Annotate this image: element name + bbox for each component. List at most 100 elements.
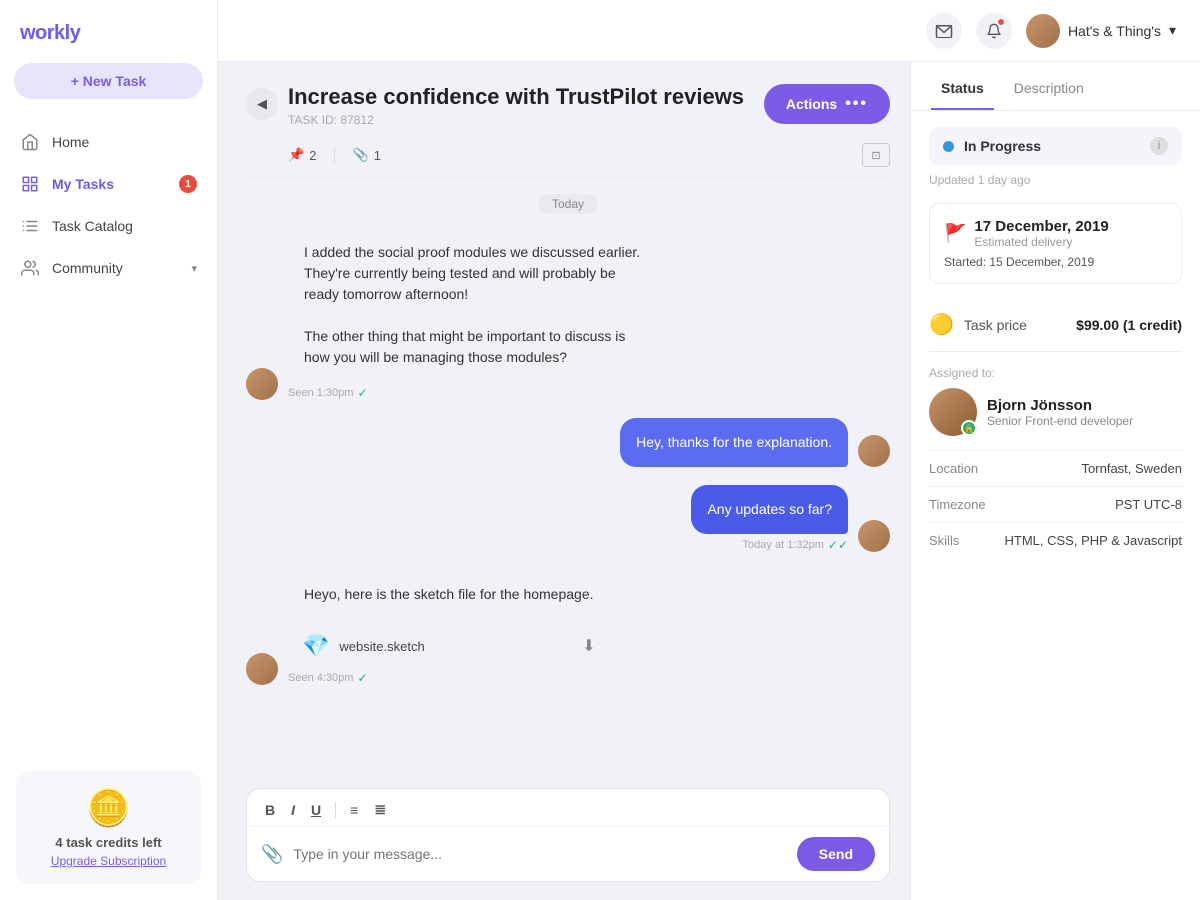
download-icon[interactable]: ⬇ [582, 636, 595, 656]
person-info: Bjorn Jönsson Senior Front-end developer [987, 397, 1133, 428]
status-dot [943, 141, 954, 152]
task-title-group: ◀ Increase confidence with TrustPilot re… [246, 84, 744, 127]
status-label: In Progress [964, 138, 1140, 154]
community-icon [20, 258, 40, 278]
tab-status[interactable]: Status [931, 62, 994, 110]
message-bubble-wrap: Heyo, here is the sketch file for the ho… [288, 570, 610, 685]
sidebar: workly + New Task Home My Tasks 1 Task C… [0, 0, 218, 900]
message-status: Today at 1:32pm ✓✓ [691, 538, 848, 552]
delivery-label: Estimated delivery [974, 235, 1108, 249]
timezone-row: Timezone PST UTC-8 [929, 486, 1182, 522]
user-menu-chevron: ▾ [1169, 22, 1176, 39]
assigned-person: 🔒 Bjorn Jönsson Senior Front-end develop… [929, 388, 1182, 436]
assigned-section: Assigned to: 🔒 Bjorn Jönsson Senior Fron… [929, 366, 1182, 436]
started-row: Started: 15 December, 2019 [944, 255, 1167, 269]
time-status: Today at 1:32pm [743, 539, 824, 551]
message-1: I added the social proof modules we disc… [246, 228, 890, 400]
person-role: Senior Front-end developer [987, 414, 1133, 428]
pins-meta[interactable]: 📌 2 [288, 147, 316, 163]
meta-separator: | [332, 146, 336, 164]
chat-panel: ◀ Increase confidence with TrustPilot re… [218, 62, 910, 900]
message-toolbar: B I U ≡ ≣ [247, 789, 889, 827]
message-bubble-wrap: I added the social proof modules we disc… [288, 228, 668, 400]
ordered-list-button[interactable]: ≣ [370, 799, 390, 820]
info-icon[interactable]: i [1150, 137, 1168, 155]
sender-avatar [246, 653, 278, 685]
bold-button[interactable]: B [261, 800, 279, 820]
message-input-row: 📎 Send [247, 827, 889, 881]
sidebar-item-my-tasks[interactable]: My Tasks 1 [0, 163, 217, 205]
message-bubble-wrap: Hey, thanks for the explanation. [620, 418, 848, 467]
attach-button[interactable]: 📎 [261, 844, 283, 865]
italic-button[interactable]: I [287, 800, 299, 820]
task-meta: 📌 2 | 📎 1 ⊡ [246, 137, 890, 177]
actions-button[interactable]: Actions ••• [764, 84, 890, 124]
app-logo: workly [0, 0, 217, 63]
notifications-button[interactable] [976, 13, 1012, 49]
credits-icon: 🪙 [28, 787, 189, 829]
message-bubble: Heyo, here is the sketch file for the ho… [288, 570, 610, 619]
message-bubble: I added the social proof modules we disc… [288, 228, 668, 382]
status-selector[interactable]: In Progress i [929, 127, 1182, 165]
skills-value: HTML, CSS, PHP & Javascript [1005, 533, 1182, 548]
assigned-label: Assigned to: [929, 366, 1182, 380]
user-name: Hat's & Thing's [1068, 23, 1161, 39]
person-name: Bjorn Jönsson [987, 397, 1133, 414]
sidebar-item-my-tasks-label: My Tasks [52, 176, 114, 192]
task-title: Increase confidence with TrustPilot revi… [288, 84, 744, 110]
credits-text: 4 task credits left [28, 835, 189, 850]
back-button[interactable]: ◀ [246, 88, 278, 120]
location-value: Tornfast, Sweden [1082, 461, 1182, 476]
expand-button[interactable]: ⊡ [862, 143, 890, 167]
sidebar-item-community[interactable]: Community ▾ [0, 247, 217, 289]
upgrade-link[interactable]: Upgrade Subscription [28, 854, 189, 868]
messages-area[interactable]: Today I added the social proof modules w… [246, 184, 890, 788]
mail-button[interactable] [926, 13, 962, 49]
my-avatar [858, 435, 890, 467]
file-attachment[interactable]: 💎 website.sketch ⬇ [288, 625, 610, 667]
message-input[interactable] [293, 846, 786, 862]
delivery-info: 17 December, 2019 Estimated delivery [974, 218, 1108, 249]
avatar [1026, 14, 1060, 48]
attachments-count: 1 [374, 148, 381, 163]
sidebar-item-home[interactable]: Home [0, 121, 217, 163]
divider [246, 177, 890, 178]
sidebar-item-task-catalog[interactable]: Task Catalog [0, 205, 217, 247]
message-3: Any updates so far? Today at 1:32pm ✓✓ [246, 485, 890, 552]
status-content: In Progress i Updated 1 day ago 🚩 17 Dec… [911, 111, 1200, 574]
status-tabs: Status Description [911, 62, 1200, 111]
price-row: 🟡 Task price $99.00 (1 credit) [929, 298, 1182, 352]
new-task-button[interactable]: + New Task [14, 63, 203, 99]
message-4: Heyo, here is the sketch file for the ho… [246, 570, 890, 685]
check-icon: ✓ [357, 386, 367, 400]
skills-row: Skills HTML, CSS, PHP & Javascript [929, 522, 1182, 558]
check-icon: ✓✓ [828, 538, 848, 552]
send-button[interactable]: Send [797, 837, 875, 871]
date-badge: Today [538, 194, 598, 214]
delivery-card: 🚩 17 December, 2019 Estimated delivery S… [929, 203, 1182, 284]
tab-description[interactable]: Description [1004, 62, 1094, 110]
flag-icon: 🚩 [944, 223, 966, 244]
attachments-meta[interactable]: 📎 1 [353, 147, 381, 163]
coin-icon: 🟡 [929, 312, 954, 337]
notification-dot [997, 18, 1005, 26]
catalog-icon [20, 216, 40, 236]
task-id: TASK ID: 87812 [288, 113, 744, 127]
underline-button[interactable]: U [307, 800, 325, 820]
unordered-list-button[interactable]: ≡ [346, 800, 362, 820]
price-label: Task price [964, 317, 1066, 333]
online-badge: 🔒 [961, 420, 977, 436]
tasks-icon [20, 174, 40, 194]
check-icon: ✓ [357, 671, 367, 685]
message-2: Hey, thanks for the explanation. [246, 418, 890, 467]
price-value: $99.00 (1 credit) [1076, 317, 1182, 333]
timezone-key: Timezone [929, 497, 986, 512]
delivery-date: 17 December, 2019 [974, 218, 1108, 235]
timezone-value: PST UTC-8 [1115, 497, 1182, 512]
pin-icon: 📌 [288, 147, 304, 163]
location-key: Location [929, 461, 978, 476]
message-status: Seen 4:30pm ✓ [288, 671, 610, 685]
user-menu[interactable]: Hat's & Thing's ▾ [1026, 14, 1176, 48]
sketch-icon: 💎 [302, 633, 329, 659]
my-tasks-badge: 1 [179, 175, 197, 193]
